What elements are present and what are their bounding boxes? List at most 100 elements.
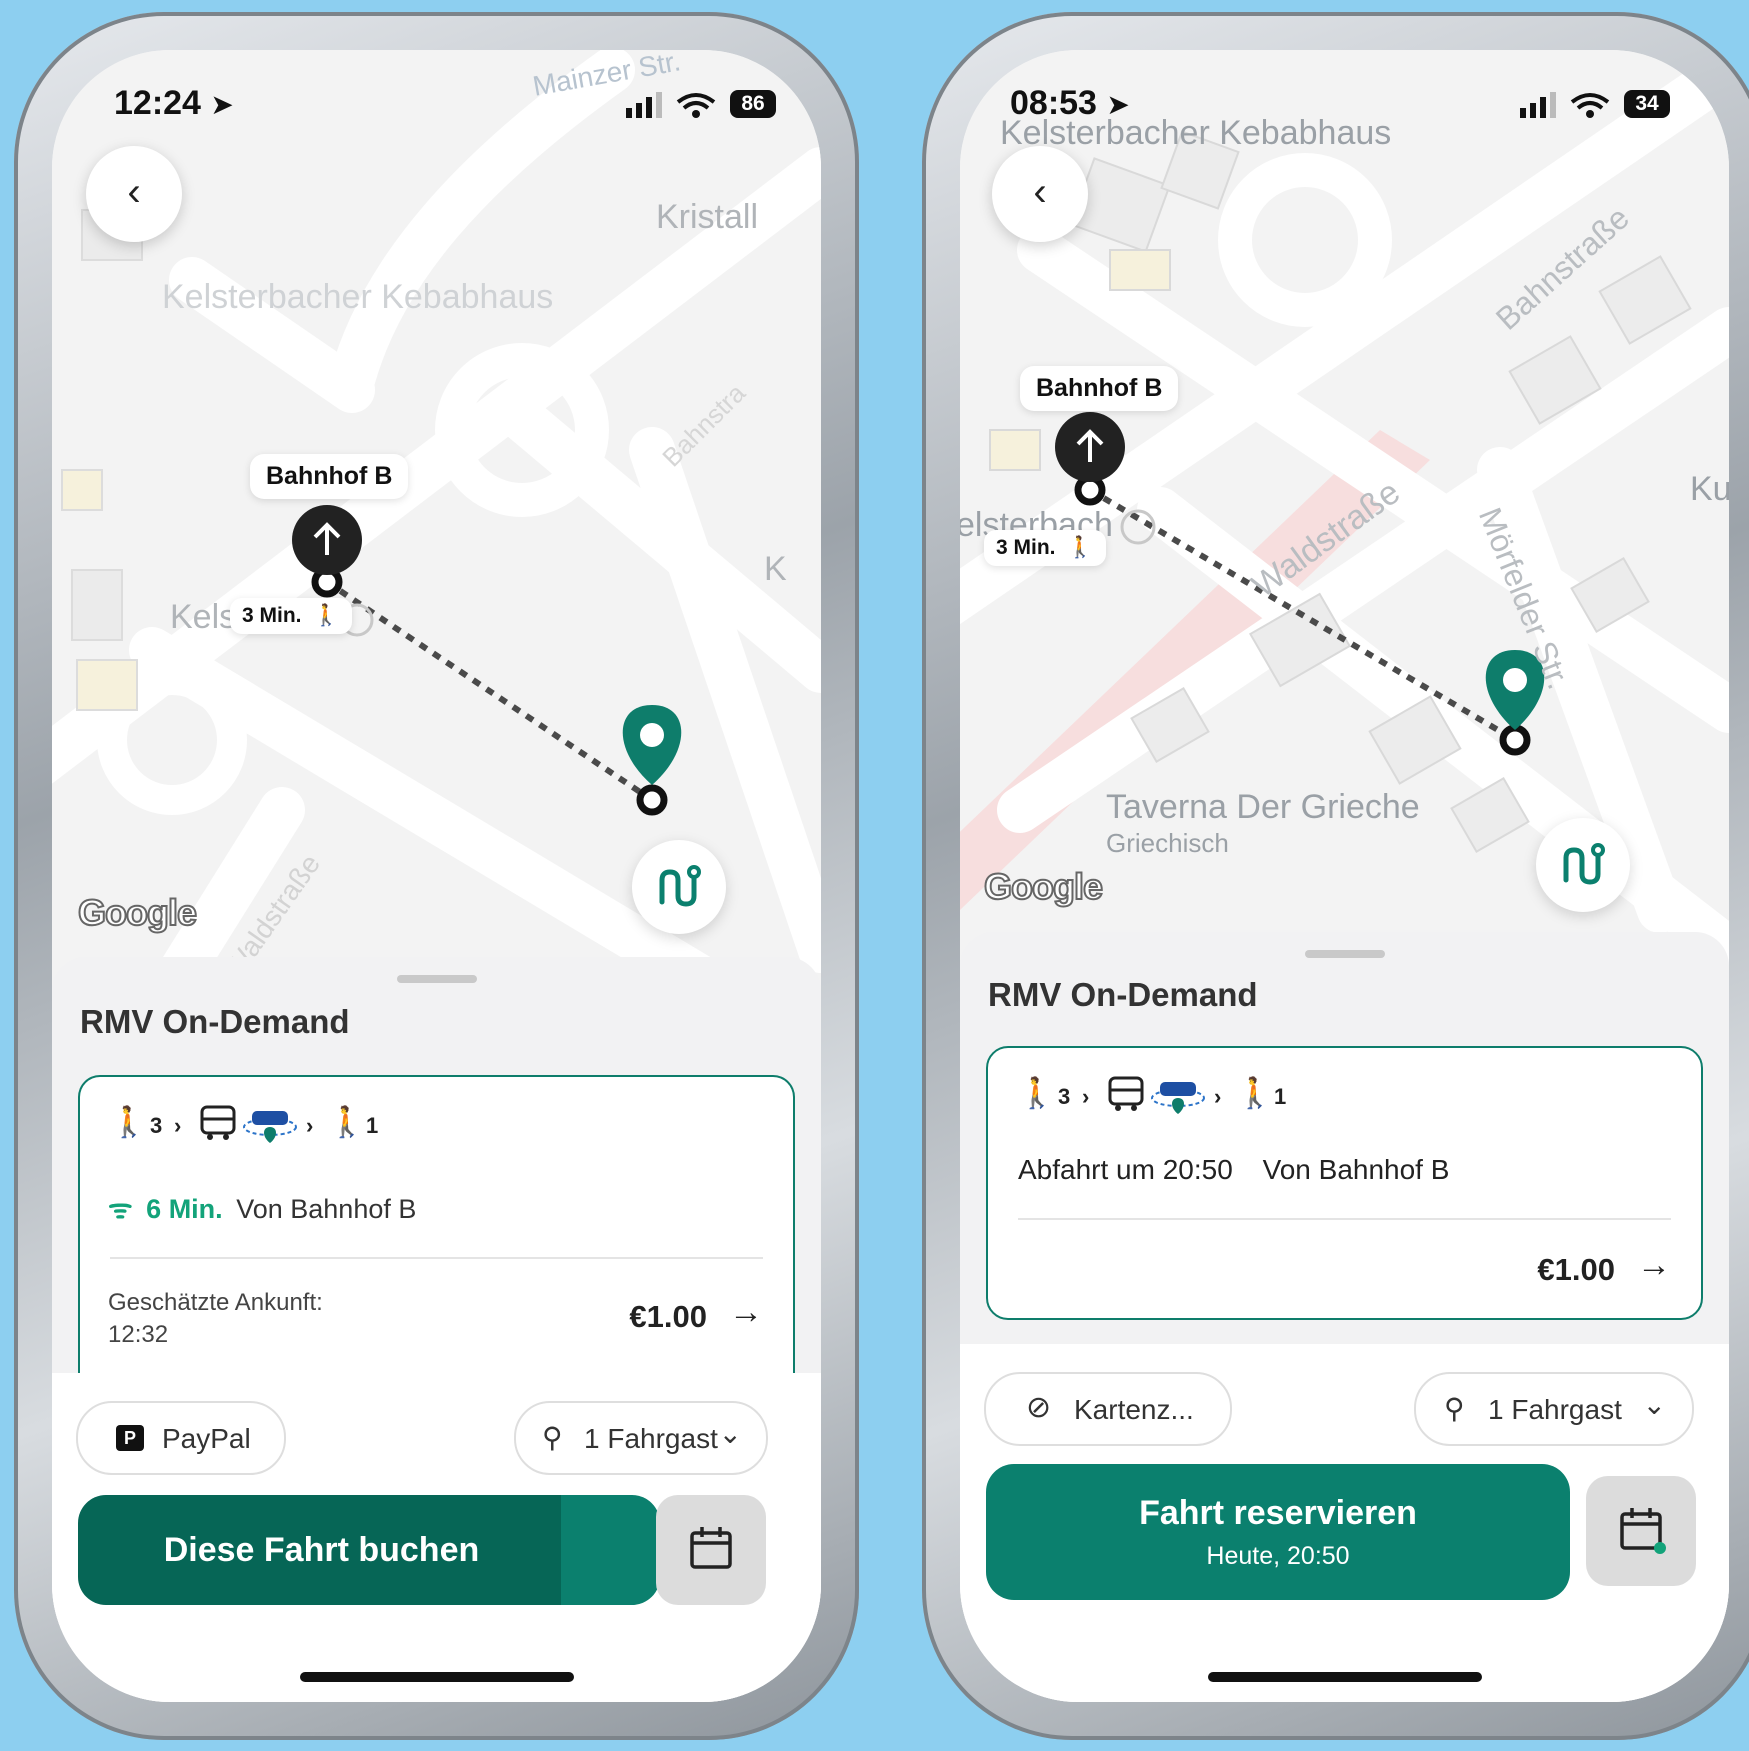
clock: 12:24 ➤ [114, 84, 234, 123]
walk-duration-text: 3 Min. [242, 604, 302, 627]
walk-duration-label: 3 Min. 🚶 [230, 598, 352, 634]
map-label-poi-category: Griechisch [1106, 828, 1229, 858]
reserve-trip-button[interactable]: Fahrt reservieren Heute, 20:50 [986, 1464, 1570, 1600]
walk-before-minutes: 3 [1058, 1084, 1071, 1109]
walking-icon: 🚶 [328, 1106, 366, 1139]
chevron-right-icon: › [1082, 1084, 1090, 1109]
trip-price: €1.00 [629, 1299, 707, 1334]
home-indicator [1207, 1672, 1482, 1682]
schedule-button[interactable] [656, 1495, 766, 1605]
person-icon: ⚲ [1444, 1393, 1465, 1424]
map-label-poi: Kristall [656, 198, 759, 236]
home-indicator [299, 1672, 574, 1682]
map-label-poi: K [764, 550, 787, 588]
clock-text: 08:53 [1010, 84, 1097, 122]
google-logo: Google [77, 891, 198, 934]
sheet-footer: ⊘ Kartenz... ⚲ 1 Fahrgast ⌄ Fahrt reserv… [960, 1344, 1729, 1702]
pickup-stop: Von Bahnhof B [236, 1194, 417, 1224]
walking-icon: 🚶 [110, 1106, 148, 1139]
departure-time: Abfahrt um 20:50 [1018, 1154, 1233, 1185]
bus-icon [1108, 1076, 1144, 1111]
arrival-time: 12:32 [108, 1321, 169, 1348]
book-trip-button[interactable]: Diese Fahrt buchen [78, 1495, 660, 1605]
route-icon [659, 865, 701, 907]
arrow-right-icon: → [729, 1293, 763, 1331]
walking-icon: 🚶 [1236, 1077, 1274, 1110]
on-demand-vehicle-icon [243, 1111, 297, 1143]
schedule-button[interactable] [1586, 1476, 1696, 1586]
arrival-label: Geschätzte Ankunft: [108, 1289, 323, 1316]
calendar-icon [1620, 1508, 1666, 1554]
signal-wifi-icon [1520, 92, 1610, 118]
sheet-drag-handle[interactable] [1304, 950, 1385, 958]
payment-method-label: Kartenz... [1074, 1394, 1194, 1425]
arrow-right-icon: → [1637, 1246, 1671, 1284]
bottom-sheet: RMV On-Demand 🚶 3 › › 🚶 1 ᯤ 6 Min. Von B… [52, 957, 821, 1702]
reserve-trip-time: Heute, 20:50 [1206, 1542, 1350, 1570]
status-bar: 12:24 ➤ 86 [52, 50, 821, 160]
payment-method-button[interactable]: ⊘ Kartenz... [984, 1372, 1232, 1446]
departure-row: Abfahrt um 20:50 Von Bahnhof B [1018, 1154, 1449, 1186]
walk-after-minutes: 1 [366, 1113, 379, 1138]
back-button[interactable]: ‹ [86, 146, 182, 242]
walk-duration-label: 3 Min. 🚶 [984, 530, 1106, 566]
route-icon [1563, 843, 1605, 885]
passenger-count-select[interactable]: ⚲ 1 Fahrgast ⌄ [514, 1401, 768, 1475]
paypal-icon: P [116, 1425, 144, 1451]
battery-indicator: 34 [1624, 90, 1670, 118]
back-button[interactable]: ‹ [992, 146, 1088, 242]
book-trip-label: Diese Fahrt buchen [163, 1531, 480, 1569]
chevron-right-icon: › [306, 1113, 314, 1138]
calendar-icon [690, 1527, 732, 1569]
map-label-poi: Kelsterbacher Kebabhaus [162, 278, 554, 316]
route-overview-button[interactable] [632, 840, 726, 934]
bottom-sheet: RMV On-Demand 🚶 3 › › 🚶 1 Abfahrt um 20:… [960, 932, 1729, 1702]
trip-option-card[interactable]: 🚶 3 › › 🚶 1 ᯤ 6 Min. Von Bahnhof B Gesch… [78, 1075, 795, 1377]
walk-after-minutes: 1 [1274, 1084, 1287, 1109]
payment-method-button[interactable]: P PayPal [76, 1401, 286, 1475]
card-divider [110, 1257, 763, 1259]
phone-left: Mainzer Str. Kristall Kelsterbacher Keba… [14, 12, 859, 1740]
chevron-left-icon: ‹ [1033, 170, 1047, 214]
route-overview-button[interactable] [1536, 818, 1630, 912]
reserve-trip-label: Fahrt reservieren [1139, 1494, 1417, 1532]
map-label-place: Kels [170, 598, 237, 636]
card-divider [1018, 1218, 1671, 1220]
stop-label: Bahnhof B [250, 454, 409, 499]
chevron-down-icon: ⌄ [1642, 1389, 1666, 1420]
chevron-right-icon: › [1214, 1084, 1222, 1109]
payment-method-label: PayPal [162, 1423, 251, 1454]
service-title: RMV On-Demand [988, 976, 1258, 1013]
card-icon: ⊘ [1026, 1391, 1052, 1424]
map-label-poi: Ku [1690, 470, 1729, 508]
phone-right: Kelsterbacher Kebabhaus Bahnstraße Walds… [922, 12, 1749, 1740]
chevron-left-icon: ‹ [127, 170, 141, 214]
walk-duration-text: 3 Min. [996, 536, 1056, 559]
chevron-down-icon: ⌄ [718, 1418, 742, 1449]
trip-price: €1.00 [1537, 1252, 1615, 1287]
chevron-right-icon: › [174, 1113, 182, 1138]
passenger-count-label: 1 Fahrgast [1488, 1394, 1622, 1425]
service-title: RMV On-Demand [80, 1003, 350, 1040]
google-logo: Google [983, 865, 1104, 908]
walk-before-minutes: 3 [150, 1113, 163, 1138]
clock: 08:53 ➤ [1010, 84, 1130, 123]
on-demand-vehicle-icon [1151, 1082, 1205, 1114]
walking-icon: 🚶 [313, 604, 340, 627]
stop-label: Bahnhof B [1020, 366, 1179, 411]
sheet-footer: P PayPal ⚲ 1 Fahrgast ⌄ Diese Fahrt buch… [52, 1373, 821, 1702]
status-bar: 08:53 ➤ 34 [960, 50, 1729, 160]
passenger-count-select[interactable]: ⚲ 1 Fahrgast ⌄ [1414, 1372, 1694, 1446]
live-signal-icon: ᯤ [108, 1194, 133, 1224]
walking-icon: 🚶 [1018, 1077, 1056, 1110]
battery-indicator: 86 [730, 90, 776, 118]
screen-right: Kelsterbacher Kebabhaus Bahnstraße Walds… [960, 50, 1729, 1702]
live-departure-row: ᯤ 6 Min. Von Bahnhof B [108, 1189, 416, 1226]
pickup-stop: Von Bahnhof B [1262, 1154, 1450, 1185]
signal-wifi-icon [626, 92, 716, 118]
live-eta: 6 Min. [146, 1194, 223, 1224]
trip-option-card[interactable]: 🚶 3 › › 🚶 1 Abfahrt um 20:50 Von Bahnhof… [986, 1046, 1703, 1320]
sheet-drag-handle[interactable] [396, 975, 477, 983]
location-arrow-icon: ➤ [210, 89, 234, 120]
map-label-poi: Taverna Der Grieche [1106, 788, 1420, 826]
